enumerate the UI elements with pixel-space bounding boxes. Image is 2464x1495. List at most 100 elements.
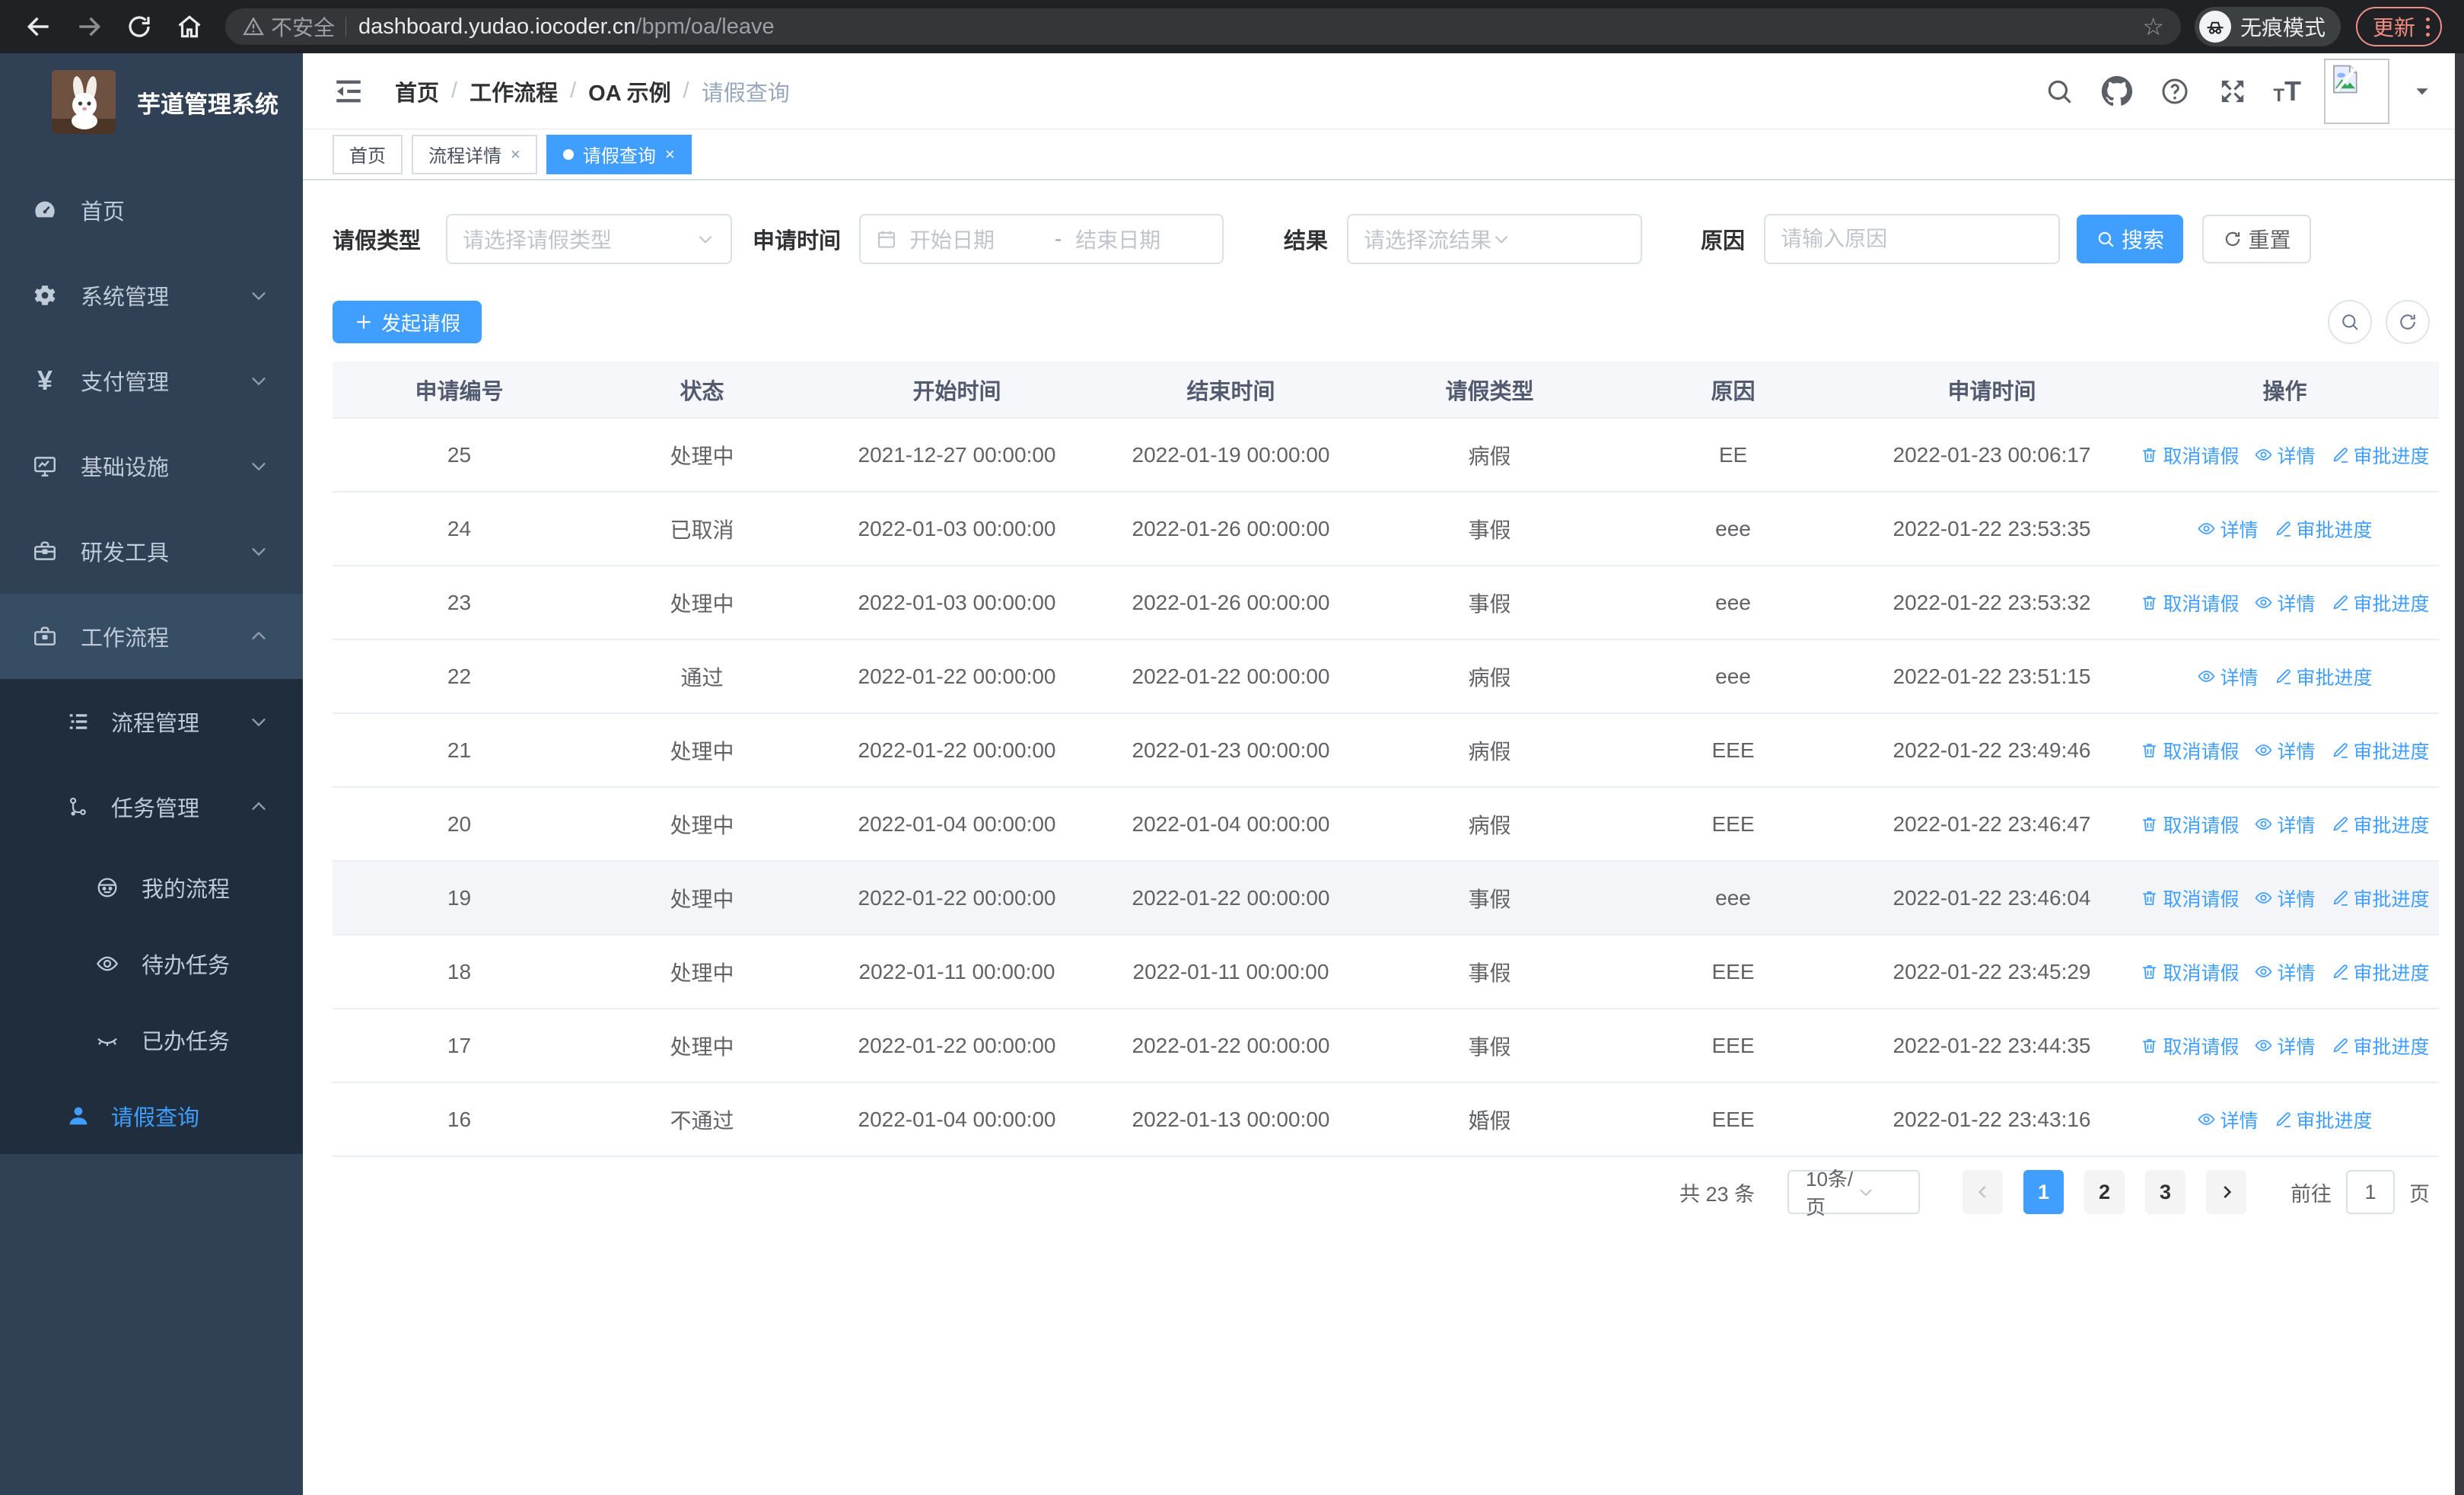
github-icon[interactable] (2099, 74, 2135, 109)
update-button[interactable]: 更新 (2356, 7, 2443, 46)
forward-icon[interactable] (72, 10, 106, 43)
user-avatar[interactable] (2324, 58, 2389, 124)
cancel-link[interactable]: 取消请假 (2140, 1032, 2239, 1060)
tab-leave-query[interactable]: 请假查询 × (546, 134, 692, 174)
reset-button[interactable]: 重置 (2202, 215, 2312, 263)
detail-link[interactable]: 详情 (2254, 441, 2316, 469)
help-icon[interactable] (2157, 74, 2192, 109)
page-button-1[interactable]: 1 (2023, 1170, 2064, 1214)
date-end-placeholder[interactable]: 结束日期 (1075, 224, 1207, 254)
goto-page-input[interactable] (2346, 1170, 2395, 1214)
cell-apply-time: 2022-01-23 00:06:17 (1893, 442, 2091, 467)
reason-input[interactable] (1781, 227, 2044, 251)
close-tab-icon[interactable]: × (665, 145, 675, 164)
sidebar-item-label-process-mgmt: 流程管理 (111, 712, 200, 736)
progress-link[interactable]: 审批进度 (2331, 885, 2430, 912)
sidebar-item-devtools[interactable]: 研发工具 (0, 508, 303, 594)
breadcrumb-item-2[interactable]: OA 示例 (588, 75, 670, 107)
cancel-link[interactable]: 取消请假 (2140, 958, 2239, 986)
app-title: 芋道管理系统 (137, 91, 279, 118)
progress-link[interactable]: 审批进度 (2274, 515, 2373, 543)
sidebar-item-system[interactable]: 系统管理 (0, 253, 303, 338)
detail-link[interactable]: 详情 (2254, 811, 2316, 838)
next-page-button[interactable] (2206, 1170, 2246, 1214)
detail-link[interactable]: 详情 (2254, 589, 2316, 617)
fullscreen-icon[interactable] (2215, 74, 2250, 109)
active-tab-dot (562, 148, 574, 160)
detail-link[interactable]: 详情 (2197, 1106, 2259, 1133)
collapse-sidebar-icon[interactable] (333, 75, 366, 108)
apply-time-range-picker[interactable]: 开始日期 - 结束日期 (859, 214, 1224, 264)
font-size-icon[interactable]: TT (2273, 77, 2301, 105)
cell-reason: EEE (1711, 811, 1755, 836)
breadcrumb-item-1[interactable]: 工作流程 (470, 75, 558, 107)
detail-link[interactable]: 详情 (2254, 737, 2316, 764)
detail-link[interactable]: 详情 (2254, 885, 2316, 912)
search-icon[interactable] (2042, 74, 2077, 109)
cancel-link[interactable]: 取消请假 (2140, 441, 2239, 469)
update-label[interactable]: 更新 (2373, 11, 2415, 42)
search-button-label: 搜索 (2122, 228, 2165, 252)
star-icon[interactable]: ☆ (2142, 12, 2164, 41)
page-button-2[interactable]: 2 (2084, 1170, 2125, 1214)
security-label[interactable]: 不安全 (271, 11, 335, 42)
cancel-link[interactable]: 取消请假 (2140, 589, 2239, 617)
sidebar-item-my-process[interactable]: 我的流程 (0, 850, 303, 926)
progress-link[interactable]: 审批进度 (2274, 663, 2373, 690)
url-host[interactable]: dashboard.yudao.iocoder.cn (358, 14, 635, 40)
sidebar-item-infra[interactable]: 基础设施 (0, 423, 303, 508)
sidebar-item-payment[interactable]: ¥ 支付管理 (0, 338, 303, 423)
cell-start-time: 2022-01-04 00:00:00 (858, 1107, 1056, 1131)
detail-link[interactable]: 详情 (2254, 1032, 2316, 1060)
search-button[interactable]: 搜索 (2077, 215, 2184, 263)
result-label: 结果 (1284, 229, 1329, 253)
breadcrumb-item-0[interactable]: 首页 (395, 75, 439, 107)
progress-link[interactable]: 审批进度 (2331, 811, 2430, 838)
date-start-placeholder[interactable]: 开始日期 (909, 224, 1041, 254)
progress-link[interactable]: 审批进度 (2331, 589, 2430, 617)
sidebar-item-done-task[interactable]: 已办任务 (0, 1002, 303, 1078)
sidebar-item-label-infra: 基础设施 (81, 456, 170, 480)
progress-link[interactable]: 审批进度 (2274, 1106, 2373, 1133)
sidebar-item-process-mgmt[interactable]: 流程管理 (0, 679, 303, 764)
create-leave-button[interactable]: 发起请假 (333, 301, 482, 343)
page-scrollbar[interactable] (2455, 53, 2464, 1495)
close-tab-icon[interactable]: × (511, 145, 520, 164)
refresh-icon[interactable] (123, 10, 156, 43)
leave-type-label: 请假类型 (333, 229, 422, 253)
detail-link[interactable]: 详情 (2197, 663, 2259, 690)
browser-menu-icon[interactable] (2426, 17, 2431, 37)
page-size-select[interactable]: 10条/页 (1788, 1168, 1920, 1219)
caret-down-icon[interactable] (2412, 81, 2432, 101)
sidebar-item-leave-query[interactable]: 请假查询 (0, 1078, 303, 1154)
leave-type-select[interactable]: 请选择请假类型 (446, 214, 733, 264)
progress-link[interactable]: 审批进度 (2331, 441, 2430, 469)
cancel-link[interactable]: 取消请假 (2140, 811, 2239, 838)
cancel-link[interactable]: 取消请假 (2140, 737, 2239, 764)
logo-row[interactable]: 芋道管理系统 (0, 53, 303, 134)
result-select[interactable]: 请选择流结果 (1347, 214, 1643, 264)
toggle-search-button[interactable] (2328, 300, 2372, 344)
cell-start-time: 2022-01-03 00:00:00 (858, 590, 1056, 614)
page-size-label: 10条/页 (1806, 1168, 1854, 1219)
sidebar-item-task-mgmt[interactable]: 任务管理 (0, 764, 303, 850)
progress-link[interactable]: 审批进度 (2331, 958, 2430, 986)
detail-link[interactable]: 详情 (2197, 515, 2259, 543)
refresh-table-button[interactable] (2386, 300, 2430, 344)
sidebar-item-todo-task[interactable]: 待办任务 (0, 926, 303, 1002)
chevron-down-icon (248, 455, 269, 477)
url-path[interactable]: /bpm/oa/leave (635, 14, 774, 40)
url-bar[interactable]: 不安全 dashboard.yudao.iocoder.cn /bpm/oa/l… (225, 8, 2181, 45)
progress-link[interactable]: 审批进度 (2331, 737, 2430, 764)
page-button-3[interactable]: 3 (2145, 1170, 2185, 1214)
home-icon[interactable] (173, 10, 206, 43)
progress-link[interactable]: 审批进度 (2331, 1032, 2430, 1060)
back-icon[interactable] (22, 10, 56, 43)
prev-page-button[interactable] (1963, 1170, 2003, 1214)
sidebar-item-workflow[interactable]: 工作流程 (0, 594, 303, 679)
detail-link[interactable]: 详情 (2254, 958, 2316, 986)
sidebar-item-home[interactable]: 首页 (0, 167, 303, 253)
tab-process-detail[interactable]: 流程详情 × (412, 134, 537, 174)
cancel-link[interactable]: 取消请假 (2140, 885, 2239, 912)
tab-home[interactable]: 首页 (333, 134, 403, 174)
